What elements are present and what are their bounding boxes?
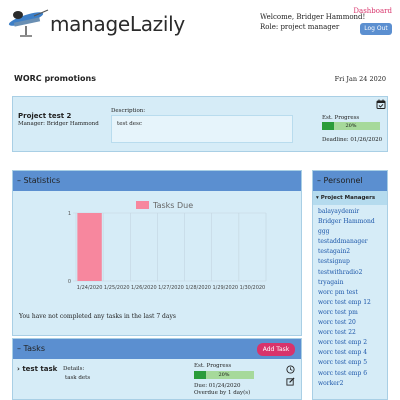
x-tick-label: 1/28/2020 xyxy=(185,285,211,291)
person-link[interactable]: worc pm test xyxy=(318,288,387,298)
y-tick-label: 0 xyxy=(68,279,71,285)
chevron-down-icon: ▾ xyxy=(316,195,319,201)
legend-label: Tasks Due xyxy=(152,201,193,210)
person-link[interactable]: worc test emp 6 xyxy=(318,369,387,379)
person-link[interactable]: worc test emp 2 xyxy=(318,338,387,348)
progress-text: 20% xyxy=(345,123,357,129)
collapse-icon: – xyxy=(17,176,21,185)
x-tick-label: 1/29/2020 xyxy=(212,285,238,291)
task-name[interactable]: › test task xyxy=(17,365,57,373)
personnel-title: Personnel xyxy=(323,176,363,185)
bar xyxy=(77,213,102,281)
x-tick-label: 1/27/2020 xyxy=(158,285,184,291)
collapse-icon: – xyxy=(17,344,21,353)
person-link[interactable]: testsignup xyxy=(318,257,387,267)
person-link[interactable]: worc test 20 xyxy=(318,318,387,328)
welcome-text: Welcome, Bridger Hammond! xyxy=(260,13,366,21)
tasks-title: Tasks xyxy=(23,344,45,353)
person-link[interactable]: worc test emp 12 xyxy=(318,298,387,308)
calendar-icon[interactable] xyxy=(376,99,386,109)
x-tick-label: 1/24/2020 xyxy=(77,285,103,291)
person-link[interactable]: worc test 22 xyxy=(318,328,387,338)
add-task-button[interactable]: Add Task xyxy=(257,343,295,356)
statistics-title: Statistics xyxy=(23,176,61,185)
personnel-panel: – Personnel ▾ Project Managers balayayde… xyxy=(312,170,388,400)
task-due-date: Due: 01/24/2020 xyxy=(194,383,241,389)
people-list: balayaydemir Bridger Hammond ggg testaddman… xyxy=(313,205,387,389)
person-link[interactable]: tryagain xyxy=(318,278,387,288)
person-link[interactable]: Bridger Hammond xyxy=(318,217,387,227)
description-label: Description: xyxy=(111,108,146,114)
user-role: Role: project manager xyxy=(260,23,340,31)
task-overdue: Overdue by 1 day(s) xyxy=(194,390,251,396)
current-date: Fri Jan 24 2020 xyxy=(334,75,386,83)
logo xyxy=(8,9,49,37)
statistics-message: You have not completed any tasks in the … xyxy=(19,313,176,320)
tasks-due-chart: Tasks Due011/24/2020 1/25/2020 1/26/2020 1/… xyxy=(68,201,267,291)
est-progress-label: Est. Progress xyxy=(322,115,360,121)
project-manager: Manager: Bridger Hammond xyxy=(18,121,99,127)
project-deadline: Deadline: 01/26/2020 xyxy=(322,137,383,143)
clock-icon[interactable] xyxy=(286,365,295,374)
progress-text: 20% xyxy=(218,372,230,378)
person-link[interactable]: worc test emp 4 xyxy=(318,348,387,358)
person-link[interactable]: balayaydemir xyxy=(318,207,387,217)
statistics-header[interactable]: – Statistics xyxy=(13,171,301,191)
x-tick-label: 1/25/2020 xyxy=(104,285,130,291)
page-title: WORC promotions xyxy=(14,74,96,83)
project-managers-title: Project Managers xyxy=(320,195,376,201)
project-managers-header[interactable]: ▾ Project Managers xyxy=(313,191,387,205)
task-title: test task xyxy=(22,365,58,373)
x-tick-label: 1/30/2020 xyxy=(240,285,266,291)
x-tick-label: 1/26/2020 xyxy=(131,285,157,291)
app-brand: manageLazily xyxy=(50,12,185,36)
person-link[interactable]: testaddmanager xyxy=(318,237,387,247)
task-details: task dets xyxy=(65,375,91,381)
user-info: Welcome, Bridger Hammond! Role: project … xyxy=(260,12,365,32)
person-link[interactable]: ggg xyxy=(318,227,387,237)
person-link[interactable]: testagain2 xyxy=(318,247,387,257)
dashboard-link[interactable]: Dashboard xyxy=(353,7,392,15)
person-link[interactable]: worc test pm xyxy=(318,308,387,318)
chevron-right-icon: › xyxy=(17,365,20,373)
personnel-header[interactable]: – Personnel xyxy=(313,171,387,191)
project-card: Project test 2 Manager: Bridger Hammond … xyxy=(12,96,388,152)
person-link[interactable]: worc test emp 5 xyxy=(318,358,387,368)
statistics-panel: – Statistics Tasks Due 0 1 1/24/2020 1/25/20… xyxy=(12,170,302,336)
collapse-icon: – xyxy=(317,176,321,185)
project-name: Project test 2 xyxy=(18,112,72,120)
edit-icon[interactable] xyxy=(286,377,295,386)
person-link[interactable]: testwithradio2 xyxy=(318,268,387,278)
logout-button[interactable]: Log Out xyxy=(360,23,392,35)
y-tick-label: 1 xyxy=(68,211,71,217)
person-link[interactable]: worker2 xyxy=(318,379,387,389)
description-box: test desc xyxy=(111,115,293,143)
legend-swatch xyxy=(136,201,149,209)
task-progress-bar: 20% xyxy=(194,371,254,379)
tasks-panel: – Tasks Add Task › test task Details: ta… xyxy=(12,338,302,400)
project-progress-bar: 20% xyxy=(322,122,380,130)
task-est-progress-label: Est. Progress xyxy=(194,363,232,369)
task-details-label: Details: xyxy=(63,366,85,372)
